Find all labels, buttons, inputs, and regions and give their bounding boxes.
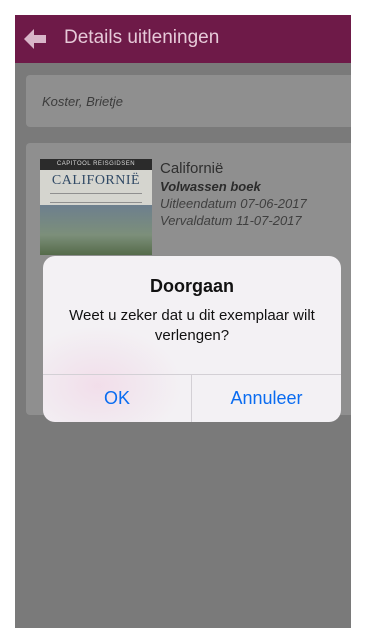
page-title: Details uitleningen	[64, 27, 220, 48]
app-screen: Details uitleningen Koster, Brietje CAPI…	[15, 15, 351, 628]
patron-name: Koster, Brietje	[42, 94, 123, 109]
cover-photo	[40, 205, 152, 255]
book-cover-image: CAPITOOL REISGIDSEN CALIFORNIË	[40, 159, 152, 255]
cover-subtitle-lines	[50, 193, 142, 203]
due-date: Vervaldatum 11-07-2017	[160, 213, 302, 228]
dialog-title: Doorgaan	[149, 276, 234, 296]
back-arrow-icon[interactable]	[24, 29, 46, 49]
app-header: Details uitleningen	[15, 15, 351, 63]
cover-publisher-band: CAPITOOL REISGIDSEN	[40, 159, 152, 170]
loan-date: Uitleendatum 07-06-2017	[160, 196, 307, 211]
patron-card: Koster, Brietje	[26, 75, 351, 127]
book-title: Californië	[160, 160, 224, 177]
dialog-message: Weet u zeker dat u dit exemplaar wilt ve…	[69, 307, 315, 344]
cancel-button[interactable]: Annuleer	[192, 375, 341, 422]
book-info: Californië Volwassen boek Uitleendatum 0…	[160, 160, 307, 228]
confirm-dialog: Doorgaan Weet u zeker dat u dit exemplaa…	[43, 256, 341, 422]
cover-title: CALIFORNIË	[51, 173, 141, 188]
book-type: Volwassen boek	[160, 179, 261, 194]
ok-button[interactable]: OK	[43, 375, 191, 422]
